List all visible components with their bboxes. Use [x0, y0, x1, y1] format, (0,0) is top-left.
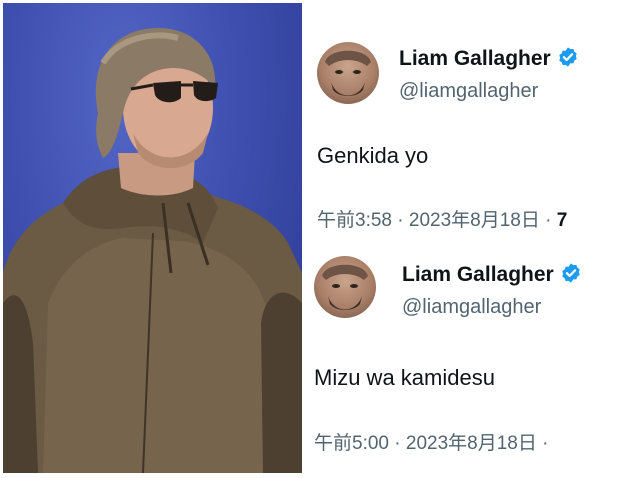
tweet-time[interactable]: 午前5:00	[314, 433, 389, 454]
tweet-date[interactable]: 2023年8月18日	[409, 210, 540, 231]
handle[interactable]: @liamgallagher	[402, 296, 541, 319]
tweet-text: Genkida yo	[317, 143, 429, 168]
display-name[interactable]: Liam Gallagher	[399, 46, 579, 71]
avatar[interactable]	[314, 256, 376, 318]
tweet-card: Liam Gallagher @liamgallagher Mizu wa ka…	[302, 232, 640, 471]
tweet-screenshots: Liam Gallagher @liamgallagher Genkida yo…	[302, 0, 640, 478]
tweet-time[interactable]: 午前3:58	[317, 210, 392, 231]
tweet-date[interactable]: 2023年8月18日	[406, 433, 537, 454]
handle[interactable]: @liamgallagher	[399, 80, 538, 103]
tweet-text: Mizu wa kamidesu	[314, 365, 495, 390]
avatar[interactable]	[317, 42, 379, 104]
verified-badge-icon	[562, 263, 580, 283]
meta-separator-2: ·	[542, 433, 549, 454]
tweet-meta: 午前3:58 · 2023年8月18日 · 7	[317, 205, 567, 232]
display-name-text[interactable]: Liam Gallagher	[402, 263, 554, 286]
concert-photo	[3, 3, 302, 473]
tweet-meta: 午前5:00 · 2023年8月18日 ·	[314, 428, 548, 455]
display-name-text[interactable]: Liam Gallagher	[399, 47, 551, 70]
display-name[interactable]: Liam Gallagher	[402, 262, 582, 287]
tweet-card: Liam Gallagher @liamgallagher Genkida yo…	[302, 0, 640, 239]
view-count[interactable]: 7	[557, 210, 568, 231]
meta-separator: ·	[397, 210, 404, 231]
meta-separator: ·	[394, 433, 401, 454]
meta-separator-2: ·	[545, 210, 552, 231]
photo-illustration	[3, 28, 302, 473]
verified-badge-icon	[559, 47, 577, 67]
